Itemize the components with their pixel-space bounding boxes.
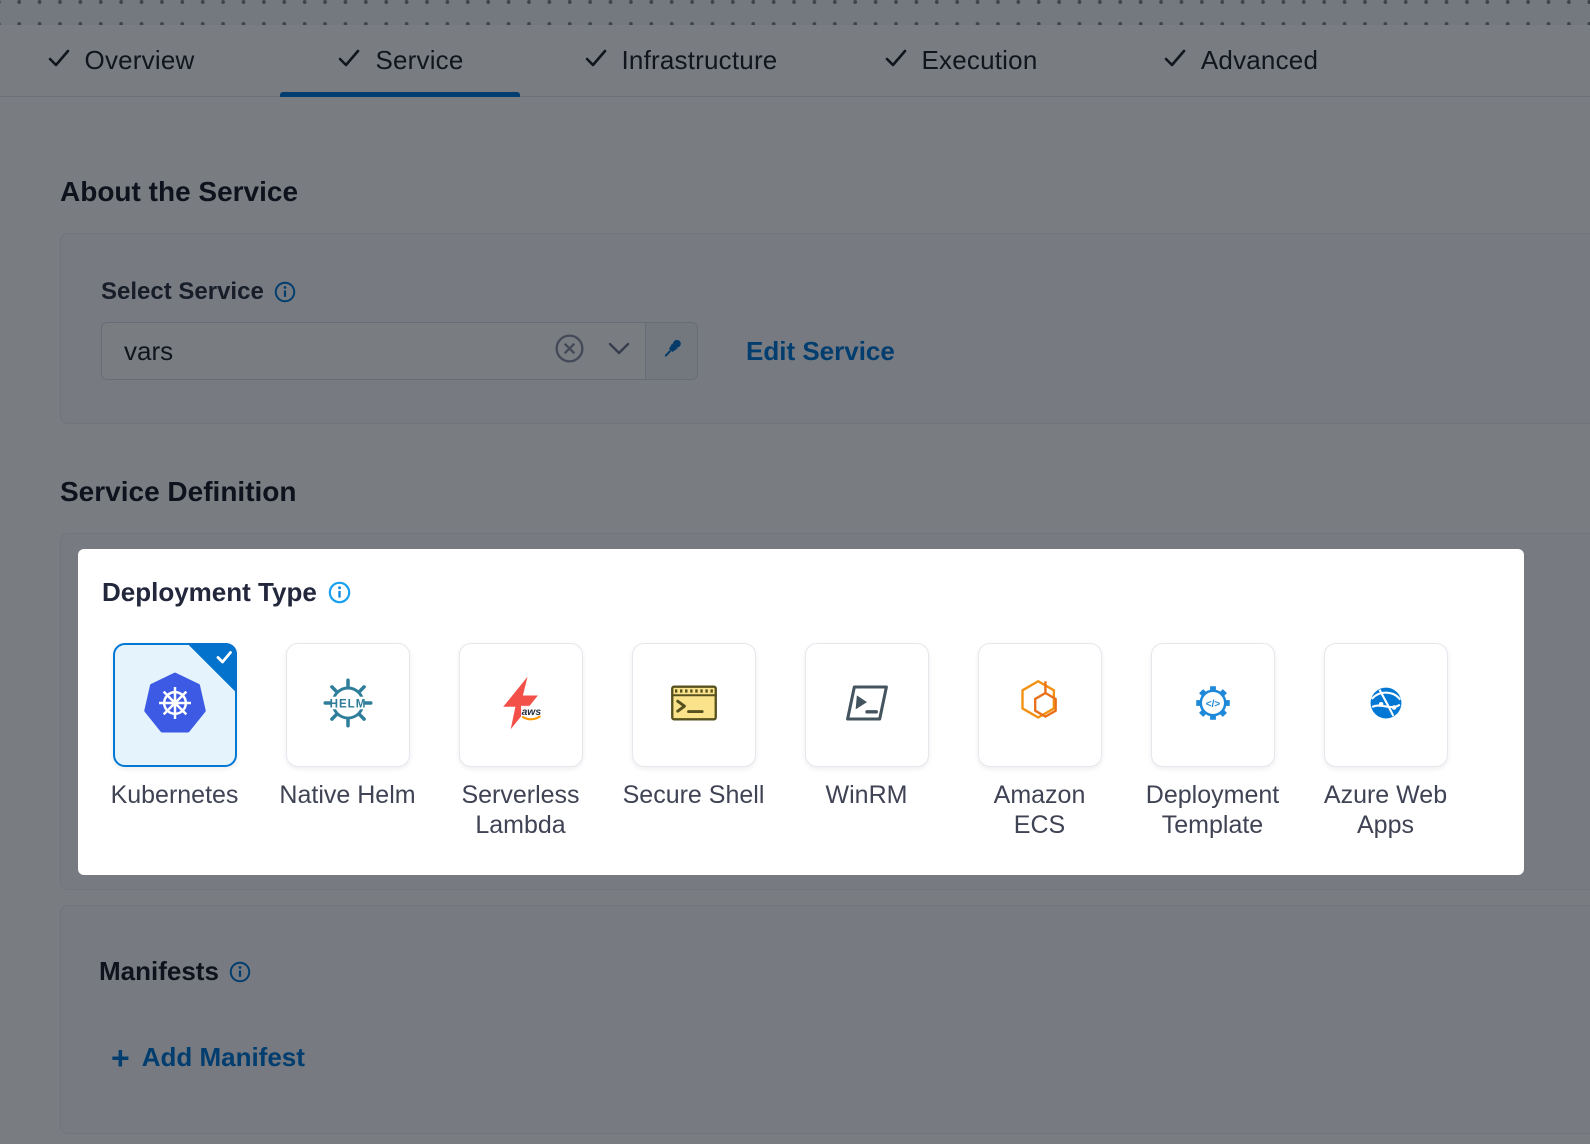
add-manifest-button[interactable]: + Add Manifest (111, 1042, 305, 1073)
service-select-input[interactable] (102, 336, 492, 367)
deployment-type-amazon-ecs[interactable]: Amazon ECS (953, 643, 1126, 840)
deployment-type-card[interactable] (632, 643, 756, 767)
secure-shell-icon (665, 674, 723, 737)
service-select-field[interactable] (101, 322, 646, 380)
tab-advanced-label: Advanced (1201, 45, 1318, 76)
info-icon[interactable] (274, 281, 296, 303)
serverless-lambda-icon: aws (491, 673, 551, 738)
deployment-template-icon: </> (1184, 674, 1242, 737)
service-config-page: Overview Service Infrastructure Executio… (0, 0, 1590, 1144)
deployment-type-kubernetes[interactable]: Kubernetes (88, 643, 261, 840)
tab-overview[interactable]: Overview (0, 25, 240, 96)
edit-service-link[interactable]: Edit Service (746, 336, 895, 367)
check-icon (1162, 45, 1188, 76)
deployment-type-label-text: Deployment Template (1146, 780, 1279, 840)
amazon-ecs-icon (1011, 674, 1069, 737)
tab-infrastructure[interactable]: Infrastructure (560, 25, 800, 96)
deployment-type-label-text: Azure Web Apps (1324, 780, 1447, 840)
check-icon (883, 45, 909, 76)
winrm-icon (840, 676, 894, 735)
deployment-type-winrm[interactable]: WinRM (780, 643, 953, 840)
about-service-heading: About the Service (60, 176, 298, 208)
pipeline-canvas-dotted-background (0, 0, 1590, 25)
manifests-label-row: Manifests (99, 956, 251, 987)
deployment-type-secure-shell[interactable]: Secure Shell (607, 643, 780, 840)
service-definition-heading: Service Definition (60, 476, 297, 508)
deployment-type-section: Deployment Type (78, 549, 1524, 875)
tab-service-label: Service (375, 45, 463, 76)
info-icon[interactable] (229, 961, 251, 983)
deployment-type-card-selected[interactable] (113, 643, 237, 767)
info-icon[interactable] (328, 581, 351, 604)
check-icon (583, 45, 609, 76)
deployment-type-card[interactable]: </> (1151, 643, 1275, 767)
svg-text:HELM: HELM (329, 697, 366, 710)
check-icon (46, 45, 72, 76)
check-icon (336, 45, 362, 76)
deployment-type-card[interactable] (978, 643, 1102, 767)
clear-icon[interactable] (554, 333, 585, 369)
deployment-type-label-row: Deployment Type (102, 577, 351, 608)
deployment-type-card[interactable] (805, 643, 929, 767)
selected-badge (187, 643, 237, 693)
deployment-type-label-text: Native Helm (279, 780, 415, 810)
manifests-label: Manifests (99, 956, 219, 987)
tab-overview-label: Overview (85, 45, 195, 76)
helm-icon: HELM (317, 672, 379, 739)
deployment-type-label-text: WinRM (826, 780, 908, 810)
pin-service-button[interactable] (646, 322, 698, 380)
deployment-type-label-text: Kubernetes (111, 780, 239, 810)
tab-infrastructure-label: Infrastructure (622, 45, 778, 76)
manifests-card: Manifests + Add Manifest (60, 905, 1590, 1134)
deployment-type-label: Deployment Type (102, 577, 317, 608)
wizard-tab-bar: Overview Service Infrastructure Executio… (0, 25, 1590, 97)
tab-advanced[interactable]: Advanced (1120, 25, 1360, 96)
deployment-type-card[interactable] (1324, 643, 1448, 767)
chevron-down-icon[interactable] (607, 341, 631, 361)
active-tab-underline (280, 92, 520, 97)
azure-web-apps-icon (1360, 677, 1412, 734)
deployment-type-card[interactable]: aws (459, 643, 583, 767)
deployment-type-cards: Kubernetes (88, 643, 1472, 840)
deployment-type-label-text: Secure Shell (623, 780, 765, 810)
tab-execution-label: Execution (922, 45, 1038, 76)
pin-icon (657, 334, 687, 369)
deployment-type-label-text: Serverless Lambda (461, 780, 579, 840)
tab-execution[interactable]: Execution (840, 25, 1080, 96)
deployment-type-serverless-lambda[interactable]: aws Serverless Lambda (434, 643, 607, 840)
add-manifest-label: Add Manifest (142, 1042, 305, 1073)
select-service-input-group (101, 322, 698, 380)
deployment-type-native-helm[interactable]: HELM Native Helm (261, 643, 434, 840)
select-service-label: Select Service (101, 278, 264, 306)
deployment-type-label-text: Amazon ECS (994, 780, 1086, 840)
deployment-type-card[interactable]: HELM (286, 643, 410, 767)
plus-icon: + (111, 1044, 130, 1072)
tab-service[interactable]: Service (280, 25, 520, 96)
about-service-card: Select Service (60, 233, 1590, 424)
select-service-label-row: Select Service (101, 278, 296, 306)
deployment-type-azure-web-apps[interactable]: Azure Web Apps (1299, 643, 1472, 840)
deployment-type-deployment-template[interactable]: </> Deployment Template (1126, 643, 1299, 840)
svg-text:</>: </> (1205, 699, 1220, 710)
